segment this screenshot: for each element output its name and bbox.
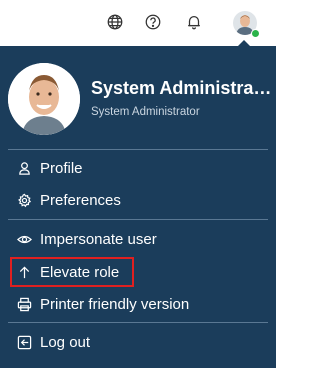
highlight-box [10,257,134,287]
menu-item-label: Printer friendly version [40,295,190,313]
printer-icon [16,296,32,312]
help-icon[interactable] [143,12,163,32]
menu-item-label: Impersonate user [40,230,157,248]
menu-item-label: Profile [40,159,83,177]
divider [8,322,268,323]
profile-name: System Administra… [91,78,271,98]
user-icon [16,160,32,176]
menu-item-label: Log out [40,333,91,351]
eye-icon [16,231,32,247]
profile-avatar [8,63,80,135]
top-header [0,0,276,46]
logout-icon [16,334,32,350]
menu-item-label: Preferences [40,191,121,209]
menu-item-log-out[interactable]: Log out [8,328,268,356]
menu-item-profile[interactable]: Profile [8,154,268,182]
menu-item-printer-friendly[interactable]: Printer friendly version [8,290,268,318]
divider [8,219,268,220]
bell-icon[interactable] [184,12,204,32]
divider [8,149,268,150]
menu-item-impersonate-user[interactable]: Impersonate user [8,225,268,253]
globe-icon[interactable] [105,12,125,32]
menu-item-preferences[interactable]: Preferences [8,186,268,214]
online-status-dot [251,29,260,38]
gear-icon [16,192,32,208]
profile-role: System Administrator [91,106,200,118]
